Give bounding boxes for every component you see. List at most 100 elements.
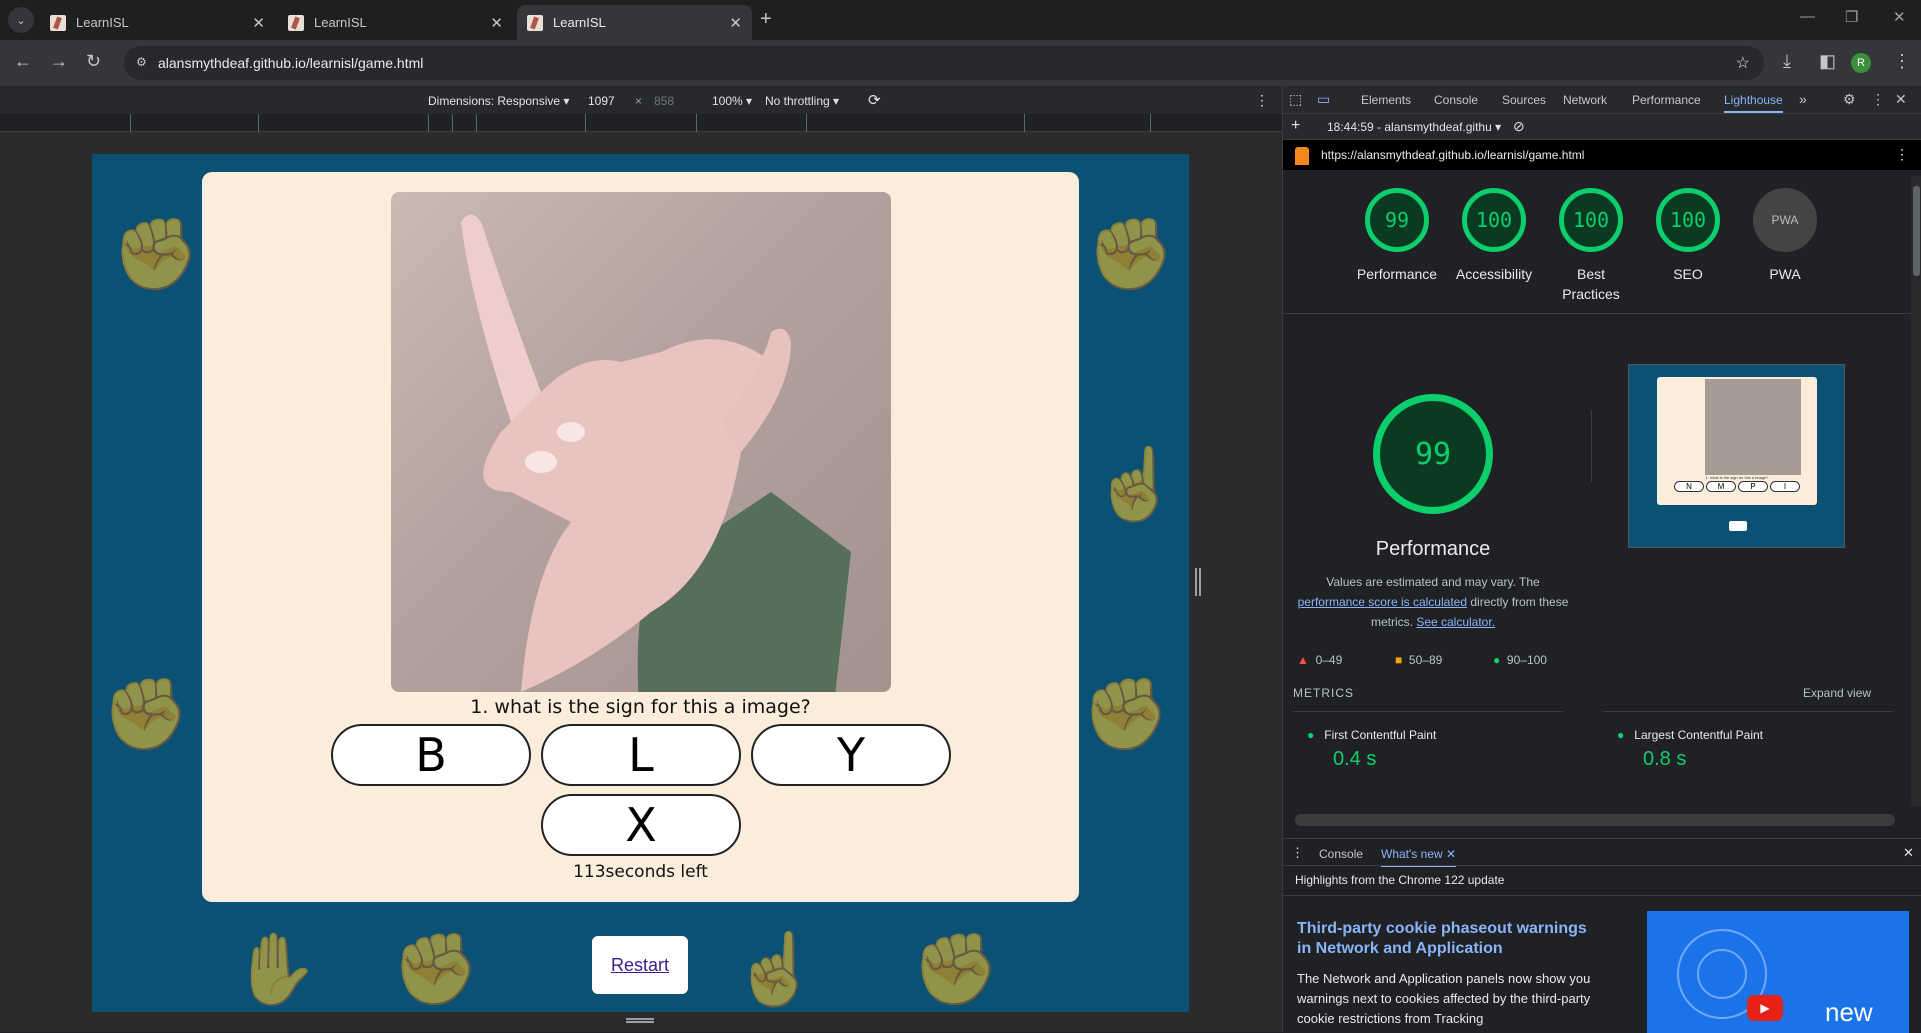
minimize-icon[interactable]: — <box>1800 8 1815 25</box>
legend-pass: ● 90–100 <box>1493 653 1547 667</box>
resize-handle-right[interactable] <box>1195 568 1201 596</box>
throttling-select[interactable]: No throttling ▾ <box>765 94 839 108</box>
game-page: ✊ ✊ ✊ ☝ ✊ ✋ ✊ ☝ ✊ 1. what is the sign fo… <box>92 154 1189 1012</box>
tab-3[interactable]: LearnISL ✕ <box>517 5 752 40</box>
divider <box>1283 313 1911 314</box>
close-tab-icon[interactable]: ✕ <box>490 14 503 32</box>
drawer-tab-console[interactable]: Console <box>1319 847 1363 861</box>
tab-label: LearnISL <box>76 15 129 30</box>
play-icon[interactable]: ▶ <box>1747 995 1783 1021</box>
score-label: Accessibility <box>1455 266 1533 282</box>
score-label: SEO <box>1673 266 1703 282</box>
feature-headline[interactable]: Third-party cookie phaseout warnings in … <box>1297 919 1597 959</box>
video-text: new <box>1825 997 1873 1027</box>
score-gauge-seo[interactable]: 100 <box>1656 188 1720 252</box>
tab-1[interactable]: LearnISL ✕ <box>40 5 275 40</box>
new-tab-icon[interactable]: + <box>760 8 772 31</box>
device-options-icon[interactable]: ⋮ <box>1255 92 1269 109</box>
divider <box>1591 410 1592 482</box>
profile-avatar[interactable]: R <box>1851 53 1871 73</box>
bg-hand-icon: ✊ <box>1087 215 1175 293</box>
metric-fcp-value: 0.4 s <box>1333 748 1377 770</box>
restart-link[interactable]: Restart <box>592 936 688 994</box>
horizontal-scrollbar[interactable] <box>1295 814 1895 826</box>
lighthouse-toolbar: + 18:44:59 - alansmythdeaf.githu ▾ ⊘ <box>1283 114 1921 140</box>
back-icon[interactable]: ← <box>14 51 32 72</box>
site-info-icon[interactable]: ⚙ <box>136 55 147 69</box>
width-input[interactable]: 1097 <box>588 94 615 108</box>
tab-console[interactable]: Console <box>1434 93 1478 107</box>
resize-handle-bottom[interactable] <box>626 1018 654 1023</box>
clear-icon[interactable]: ⊘ <box>1513 118 1525 135</box>
drawer-tab-whats-new[interactable]: What's new ✕ <box>1381 847 1457 867</box>
score-gauge-best-practices[interactable]: 100 <box>1559 188 1623 252</box>
close-tab-icon[interactable]: ✕ <box>729 14 742 32</box>
address-bar[interactable]: ⚙ alansmythdeaf.github.io/learnisl/game.… <box>124 46 1764 80</box>
answer-button-b[interactable]: B <box>331 724 531 786</box>
close-drawer-icon[interactable]: ✕ <box>1903 845 1914 861</box>
settings-gear-icon[interactable]: ⚙ <box>1843 91 1856 108</box>
divider <box>1603 711 1893 712</box>
answer-button-x[interactable]: X <box>541 794 741 856</box>
tab-2[interactable]: LearnISL ✕ <box>278 5 513 40</box>
new-report-icon[interactable]: + <box>1291 117 1300 135</box>
feature-body: The Network and Application panels now s… <box>1297 971 1591 1026</box>
thumbnail-restart <box>1729 521 1747 531</box>
tab-elements[interactable]: Elements <box>1361 93 1411 107</box>
see-calculator-link[interactable]: See calculator. <box>1416 615 1495 629</box>
favicon-icon <box>50 14 66 31</box>
side-panel-icon[interactable]: ◧ <box>1819 51 1836 72</box>
device-toggle-icon[interactable]: ▭ <box>1317 91 1330 108</box>
more-tabs-icon[interactable]: » <box>1799 91 1807 107</box>
answer-button-y[interactable]: Y <box>751 724 951 786</box>
tab-sources[interactable]: Sources <box>1502 93 1546 107</box>
inspect-element-icon[interactable]: ⬚ <box>1289 91 1302 108</box>
tab-network[interactable]: Network <box>1563 93 1607 107</box>
rotate-icon[interactable]: ⟳ <box>868 91 881 109</box>
metric-lcp-value: 0.8 s <box>1643 748 1687 770</box>
lighthouse-report: 99 100 100 100 PWA Performance Accessibi… <box>1283 170 1911 810</box>
tab-label: LearnISL <box>314 15 367 30</box>
drawer-menu-icon[interactable]: ⋮ <box>1291 845 1304 861</box>
score-gauge-accessibility[interactable]: 100 <box>1462 188 1526 252</box>
performance-title: Performance <box>1375 538 1491 560</box>
tab-search-icon[interactable]: ⌄ <box>8 7 34 33</box>
device-toolbar: Dimensions: Responsive ▾ 1097 × 858 100%… <box>0 86 1282 114</box>
divider <box>1293 711 1563 712</box>
forward-icon[interactable]: → <box>50 51 68 72</box>
menu-icon[interactable]: ⋮ <box>1893 51 1911 72</box>
report-scrollbar[interactable] <box>1911 176 1921 806</box>
report-url[interactable]: https://alansmythdeaf.github.io/learnisl… <box>1321 148 1584 162</box>
expand-view-link[interactable]: Expand view <box>1803 686 1871 700</box>
favicon-icon <box>288 14 304 31</box>
score-gauge-performance[interactable]: 99 <box>1365 188 1429 252</box>
close-devtools-icon[interactable]: ✕ <box>1895 91 1907 108</box>
report-menu-icon[interactable]: ⋮ <box>1895 146 1909 163</box>
height-input[interactable]: 858 <box>654 94 674 108</box>
zoom-select[interactable]: 100% ▾ <box>712 94 752 108</box>
restore-icon[interactable]: ❐ <box>1845 8 1858 26</box>
times-sign: × <box>635 94 643 108</box>
tab-performance[interactable]: Performance <box>1632 93 1701 107</box>
lighthouse-logo-icon <box>1295 147 1309 165</box>
score-calculated-link[interactable]: performance score is calculated <box>1298 595 1467 609</box>
score-label: Performance <box>1356 266 1438 282</box>
close-drawer-tab-icon[interactable]: ✕ <box>1446 847 1456 861</box>
bookmark-star-icon[interactable]: ☆ <box>1736 53 1750 73</box>
bg-hand-icon: ✋ <box>232 930 320 1008</box>
report-url-bar: https://alansmythdeaf.github.io/learnisl… <box>1283 140 1921 170</box>
metric-lcp-label: ● Largest Contentful Paint <box>1617 728 1764 742</box>
devtools-menu-icon[interactable]: ⋮ <box>1871 91 1885 108</box>
video-thumbnail[interactable]: ▶ new <box>1647 911 1909 1033</box>
report-select[interactable]: 18:44:59 - alansmythdeaf.githu ▾ <box>1327 120 1501 134</box>
metric-fcp-label: ● First Contentful Paint <box>1307 728 1437 742</box>
dimensions-select[interactable]: Dimensions: Responsive ▾ <box>428 94 569 108</box>
tab-lighthouse[interactable]: Lighthouse <box>1724 93 1783 113</box>
download-icon[interactable]: ⤓ <box>1783 51 1791 72</box>
page-thumbnail: 1. what is the sign for this a image? N … <box>1628 364 1845 548</box>
close-window-icon[interactable]: ✕ <box>1893 8 1906 26</box>
answer-button-l[interactable]: L <box>541 724 741 786</box>
close-tab-icon[interactable]: ✕ <box>252 14 265 32</box>
pwa-badge-icon[interactable]: PWA <box>1753 188 1817 252</box>
reload-icon[interactable]: ↻ <box>86 51 101 72</box>
